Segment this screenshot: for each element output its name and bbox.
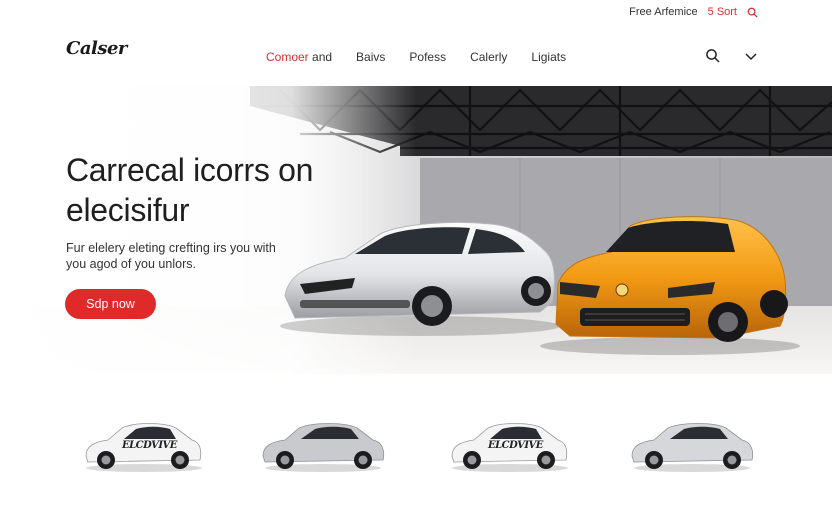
search-icon[interactable]	[747, 7, 758, 18]
nav-item-rest-label: and	[308, 50, 333, 64]
model-thumbnails: ELCDVIVE ELCDVIVE	[0, 400, 832, 490]
utility-link[interactable]: Free Arfemice	[629, 6, 697, 18]
model-thumbnail-1[interactable]: ELCDVIVE	[80, 410, 210, 474]
nav-item-accent-label: Comoer	[266, 50, 309, 64]
hero-title: Carrecal icorrs on elecisifur	[66, 152, 314, 228]
utility-bar: Free Arfemice 5 Sort	[629, 4, 758, 20]
car-thumbnail-image	[262, 423, 385, 472]
nav-item-baivs[interactable]: Baivs	[356, 50, 385, 64]
logo[interactable]: Calser	[66, 38, 127, 59]
car-thumbnail-image	[631, 423, 754, 472]
chevron-down-icon[interactable]	[743, 48, 759, 64]
hero-banner: Carrecal icorrs on elecisifur Fur eleler…	[0, 86, 832, 374]
nav-item-ligiats[interactable]: Ligiats	[531, 50, 566, 64]
car-wrap-text: ELCDVIVE	[488, 440, 543, 451]
car-wrap-text: ELCDVIVE	[122, 440, 177, 451]
main-nav: Comoer and Baivs Pofess Calerly Ligiats	[266, 50, 566, 64]
showroom-image	[0, 86, 832, 374]
nav-item-pofess[interactable]: Pofess	[409, 50, 446, 64]
sort-link[interactable]: 5 Sort	[708, 6, 737, 18]
model-thumbnail-4[interactable]	[628, 410, 758, 474]
model-thumbnail-2[interactable]	[259, 410, 389, 474]
nav-item-comoer[interactable]: Comoer and	[266, 50, 332, 64]
hero-subtitle: Fur elelery eleting crefting irs you wit…	[66, 241, 276, 271]
shop-now-button[interactable]: Sdp now	[65, 289, 156, 319]
page: Free Arfemice 5 Sort Calser Comoer and B…	[0, 0, 832, 512]
nav-item-calerly[interactable]: Calerly	[470, 50, 507, 64]
model-thumbnail-3[interactable]: ELCDVIVE	[446, 410, 576, 474]
search-icon[interactable]	[705, 48, 721, 64]
